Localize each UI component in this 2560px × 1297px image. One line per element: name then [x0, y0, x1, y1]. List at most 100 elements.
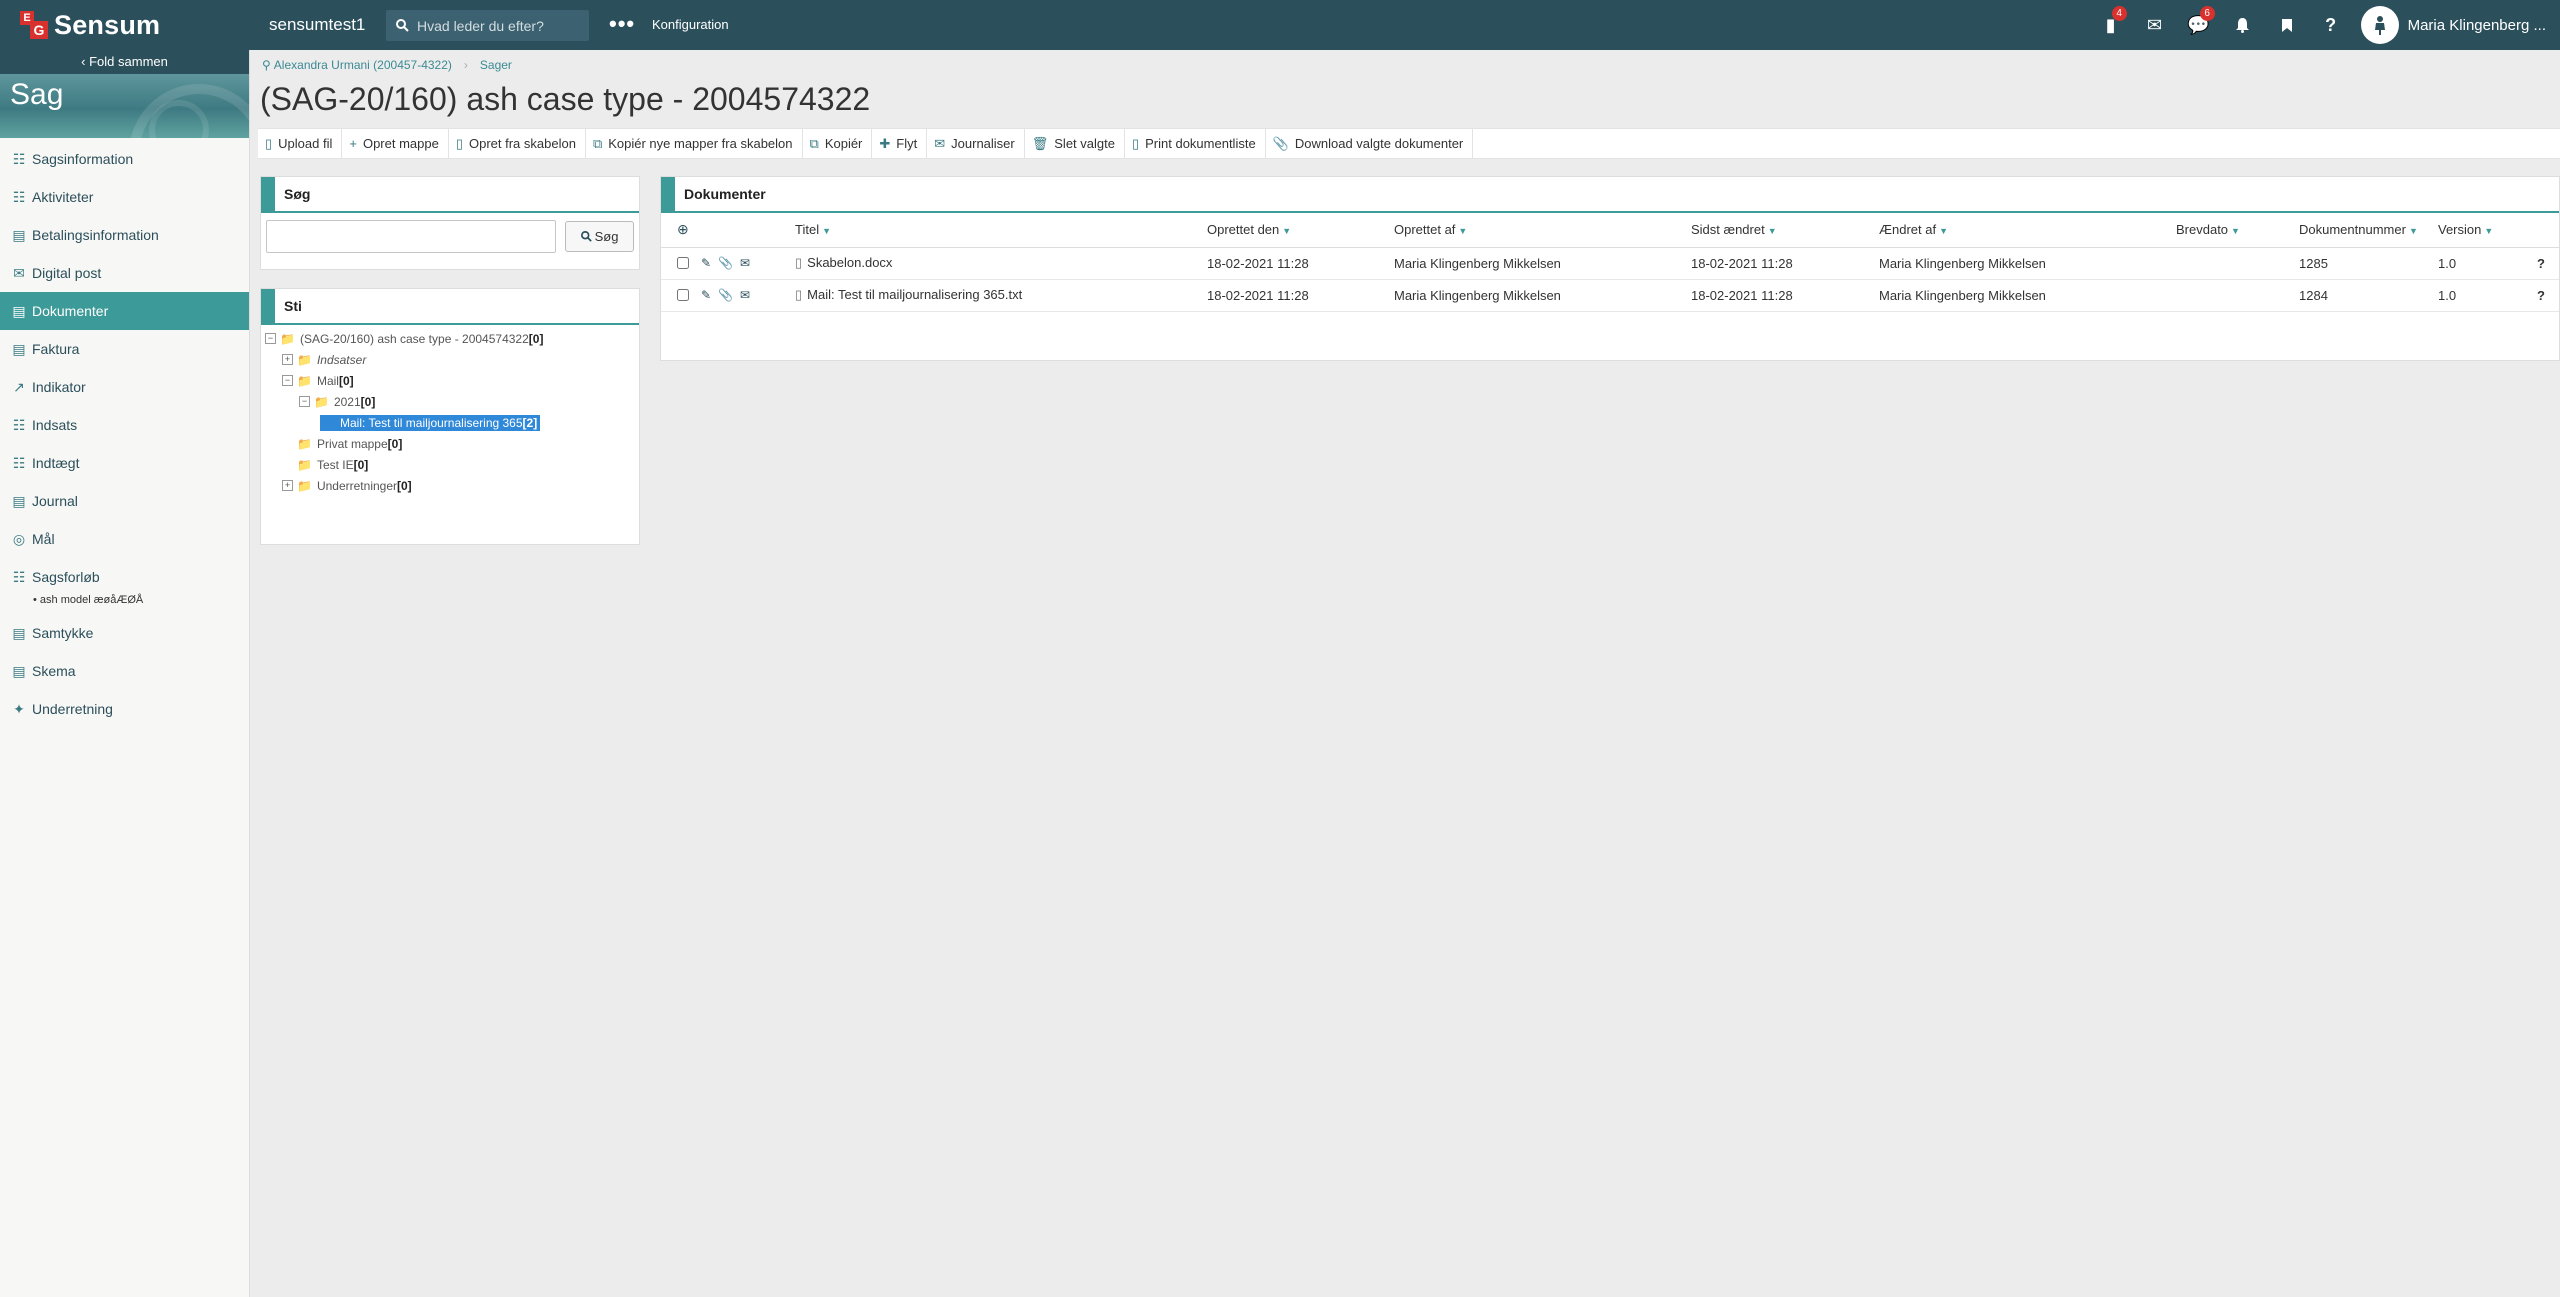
sidebar-item-underretning[interactable]: ✦ Underretning	[0, 690, 249, 728]
tree-node-privat-mappe[interactable]: 📁 Privat mappe [0]	[265, 433, 635, 454]
mail-button[interactable]: ✉	[2133, 0, 2177, 50]
column-header-doc-number[interactable]: Dokumentnummer ▼	[2295, 213, 2434, 248]
column-header-version[interactable]: Version ▼	[2434, 213, 2533, 248]
breadcrumb-section[interactable]: Sager	[480, 58, 512, 72]
column-header-help	[2533, 213, 2559, 248]
mail-icon: ✉	[13, 264, 25, 281]
paperclip-icon: 📎	[1272, 135, 1289, 151]
global-search[interactable]	[386, 10, 589, 41]
messages-button[interactable]: 💬 6	[2177, 0, 2221, 50]
breadcrumb-person[interactable]: Alexandra Urmani (200457-4322)	[274, 58, 452, 72]
user-menu[interactable]: Maria Klingenberg ...	[2353, 0, 2560, 50]
sidebar-item-indikator[interactable]: ↗ Indikator	[0, 368, 249, 406]
add-circle-icon[interactable]: ⊕	[677, 221, 689, 237]
fold-sidebar-button[interactable]: ‹ Fold sammen	[0, 50, 249, 74]
selected-tree-node[interactable]: Mail: Test til mailjournalisering 365[2]	[320, 414, 541, 431]
sidebar-subitem-ash-model[interactable]: • ash model æøåÆØÅ	[0, 590, 249, 610]
column-header-letter-date[interactable]: Brevdato ▼	[2172, 213, 2295, 248]
row-checkbox[interactable]	[677, 257, 689, 269]
tree-node-underretninger[interactable]: + 📁 Underretninger [0]	[265, 475, 635, 496]
tree-node-test-ie[interactable]: 📁 Test IE [0]	[265, 454, 635, 475]
sidebar-item-faktura[interactable]: ▤ Faktura	[0, 330, 249, 368]
collapse-icon[interactable]: −	[265, 333, 276, 344]
envelope-icon: ✉	[934, 135, 946, 151]
upload-file-button[interactable]: ▯ Upload fil	[258, 128, 343, 159]
pencil-icon[interactable]: ✎	[701, 256, 711, 270]
more-menu-button[interactable]: •••	[609, 11, 635, 37]
sidebar-item-label: Indsats	[32, 417, 78, 433]
tree-node-indsatser[interactable]: + 📁 Indsatser	[265, 349, 635, 370]
search-panel: Søg Søg	[260, 176, 640, 270]
file-icon: ▯	[455, 135, 463, 151]
envelope-icon[interactable]: ✉	[740, 256, 750, 270]
help-button[interactable]: ?	[2309, 0, 2353, 50]
help-icon[interactable]: ?	[2533, 247, 2559, 280]
column-header-created-by[interactable]: Oprettet af ▼	[1390, 213, 1687, 248]
tree-node-mail-test[interactable]: Mail: Test til mailjournalisering 365[2]	[265, 412, 635, 433]
tree-node-mail[interactable]: − 📁 Mail [0]	[265, 370, 635, 391]
create-folder-button[interactable]: + Opret mappe	[342, 128, 449, 159]
sidebar-item-dokumenter[interactable]: ▤ Dokumenter	[0, 292, 249, 330]
sidebar-item-samtykke[interactable]: ▤ Samtykke	[0, 614, 249, 652]
map-pin-icon: ⚲	[262, 58, 271, 72]
add-column-header[interactable]: ⊕	[661, 213, 791, 248]
tasks-button[interactable]: ▮ 4	[2089, 0, 2133, 50]
configuration-link[interactable]: Konfiguration	[652, 17, 729, 32]
sidebar-item-digital-post[interactable]: ✉ Digital post	[0, 254, 249, 292]
help-icon[interactable]: ?	[2533, 279, 2559, 312]
journalize-button[interactable]: ✉ Journaliser	[927, 128, 1025, 159]
global-search-input[interactable]	[417, 17, 577, 34]
document-title-cell[interactable]: ▯ Mail: Test til mailjournalisering 365.t…	[791, 279, 1203, 312]
move-button[interactable]: ✚ Flyt	[872, 128, 928, 159]
tree-node-count: [0]	[360, 394, 376, 409]
tenant-name[interactable]: sensumtest1	[269, 15, 365, 35]
copy-folders-from-template-button[interactable]: ⧉ Kopiér nye mapper fra skabelon	[586, 128, 803, 159]
breadcrumb-separator-icon: ›	[463, 58, 468, 72]
document-search-input[interactable]	[266, 220, 556, 253]
download-selected-button[interactable]: 📎 Download valgte dokumenter	[1266, 128, 1474, 159]
copy-button[interactable]: ⧉ Kopiér	[803, 128, 873, 159]
search-button[interactable]: Søg	[565, 221, 634, 252]
tree-node-count: [0]	[397, 478, 412, 493]
collapse-icon[interactable]: −	[299, 396, 310, 407]
sidebar-item-skema[interactable]: ▤ Skema	[0, 652, 249, 690]
top-bar: E G Sensum sensumtest1 ••• Konfiguration…	[0, 0, 2560, 50]
sidebar-item-sagsinformation[interactable]: ☷ Sagsinformation	[0, 140, 249, 178]
tree-node-root[interactable]: − 📁 (SAG-20/160) ash case type - 2004574…	[265, 328, 635, 349]
document-title-cell[interactable]: ▯ Skabelon.docx	[791, 247, 1203, 280]
sidebar-item-indtaegt[interactable]: ☷ Indtægt	[0, 444, 249, 482]
create-from-template-button[interactable]: ▯ Opret fra skabelon	[449, 128, 586, 159]
column-header-modified-by[interactable]: Ændret af ▼	[1875, 213, 2172, 248]
sidebar-item-indsats[interactable]: ☷ Indsats	[0, 406, 249, 444]
column-header-modified[interactable]: Sidst ændret ▼	[1687, 213, 1875, 248]
expand-icon[interactable]: +	[282, 480, 293, 491]
bookmarks-button[interactable]	[2265, 0, 2309, 50]
table-row[interactable]: ✎ 📎 ✉ ▯ Mail: Test til mailjournalisering…	[661, 279, 2559, 312]
print-document-list-button[interactable]: ▯ Print dokumentliste	[1125, 128, 1266, 159]
tree-node-2021[interactable]: − 📁 2021 [0]	[265, 391, 635, 412]
paperclip-icon[interactable]: 📎	[718, 288, 733, 302]
sidebar-item-journal[interactable]: ▤ Journal	[0, 482, 249, 520]
chevron-left-icon: ‹	[81, 54, 86, 69]
row-checkbox[interactable]	[677, 289, 689, 301]
toolbar-label: Opret fra skabelon	[468, 136, 576, 151]
column-header-title[interactable]: Titel ▼	[791, 213, 1203, 248]
table-row[interactable]: ✎ 📎 ✉ ▯ Skabelon.docx 18-02-2021 11:28 Ma…	[661, 247, 2559, 280]
collapse-icon[interactable]: −	[282, 375, 293, 386]
sort-icon: ▼	[2484, 226, 2494, 237]
sort-icon: ▼	[822, 226, 831, 237]
sidebar-item-aktiviteter[interactable]: ☷ Aktiviteter	[0, 178, 249, 216]
logo[interactable]: E G Sensum	[18, 9, 160, 41]
payment-icon: ▤	[12, 226, 26, 243]
paperclip-icon[interactable]: 📎	[718, 256, 733, 270]
notifications-button[interactable]	[2221, 0, 2265, 50]
delete-selected-button[interactable]: 🗑 Slet valgte	[1025, 128, 1125, 159]
logo-text: Sensum	[54, 9, 161, 40]
search-button-label: Søg	[594, 229, 619, 244]
pencil-icon[interactable]: ✎	[701, 288, 711, 302]
sidebar-item-maal[interactable]: ◎ Mål	[0, 520, 249, 558]
envelope-icon[interactable]: ✉	[740, 288, 750, 302]
expand-icon[interactable]: +	[282, 354, 293, 365]
sidebar-item-betalingsinformation[interactable]: ▤ Betalingsinformation	[0, 216, 249, 254]
column-header-created[interactable]: Oprettet den ▼	[1203, 213, 1390, 248]
